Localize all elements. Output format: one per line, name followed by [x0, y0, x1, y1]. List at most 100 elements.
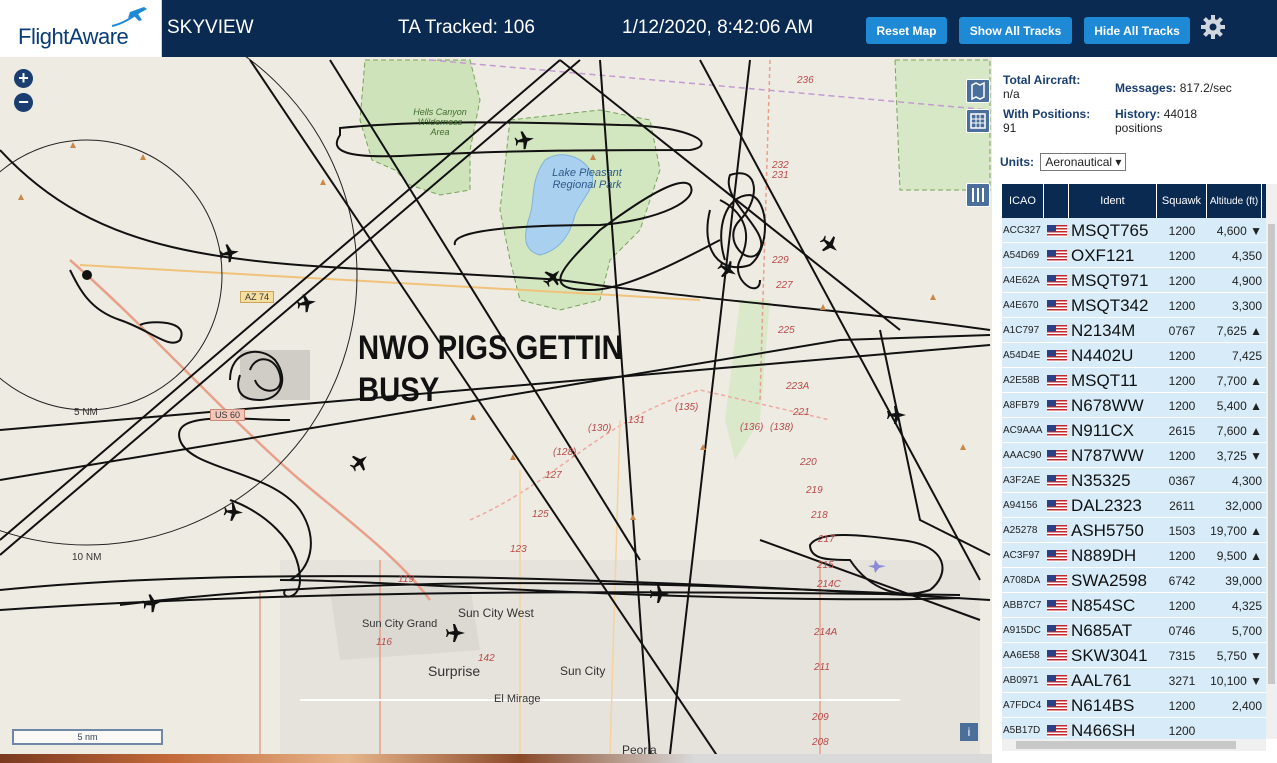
info-icon[interactable]: i [960, 723, 978, 741]
top-bar: FlightAware SKYVIEW TA Tracked: 106 1/12… [0, 0, 1277, 57]
table-row[interactable]: A5B17D N466SH 1200 [1002, 718, 1266, 739]
altitude-cell: 5,400 ▲ [1216, 399, 1262, 413]
road-label-208: 208 [812, 737, 829, 748]
col-flag[interactable] [1044, 184, 1069, 218]
table-row[interactable]: A2E58B MSQT11 1200 7,700 ▲ [1002, 368, 1266, 393]
road-label-217: 217 [818, 534, 835, 545]
altitude-cell: 39,000 [1225, 574, 1262, 588]
table-row[interactable]: A94156 DAL2323 2611 32,000 [1002, 493, 1266, 518]
col-icao[interactable]: ICAO [1002, 184, 1044, 218]
table-row[interactable]: ABB7C7 N854SC 1200 4,325 [1002, 593, 1266, 618]
squawk-cell: 2615 [1168, 424, 1196, 438]
table-row[interactable]: A3F2AE N35325 0367 4,300 [1002, 468, 1266, 493]
altitude-cell: 4,300 [1231, 474, 1262, 488]
table-row[interactable]: AAAC90 N787WW 1200 3,725 ▼ [1002, 443, 1266, 468]
horizontal-scroll-thumb[interactable] [1016, 741, 1236, 749]
col-altitude[interactable]: Altitude (ft) [1207, 184, 1262, 218]
table-row[interactable]: ACC327 MSQT765 1200 4,600 ▼ [1002, 218, 1266, 243]
road-label-225: 225 [778, 325, 795, 336]
show-all-tracks-button[interactable]: Show All Tracks [959, 17, 1072, 44]
overlay-caption-line1: NWO PIGS GETTIN [358, 329, 623, 367]
gear-icon[interactable] [1200, 14, 1226, 40]
road-label-127: 127 [545, 470, 562, 481]
ident-cell: N889DH [1071, 546, 1137, 565]
zoom-out-button[interactable]: − [14, 93, 33, 112]
zoom-in-button[interactable]: + [14, 69, 33, 88]
table-row[interactable]: AA6E58 SKW3041 7315 5,750 ▼ [1002, 643, 1266, 668]
columns-icon[interactable] [966, 183, 990, 207]
us-flag-icon [1047, 575, 1067, 587]
col-squawk[interactable]: Squawk [1157, 184, 1207, 218]
horizontal-scrollbar[interactable] [1002, 739, 1266, 751]
vertical-scrollbar[interactable] [1266, 184, 1277, 739]
icao-cell: A1C797 [1003, 325, 1040, 336]
hide-all-tracks-button[interactable]: Hide All Tracks [1084, 17, 1190, 44]
road-label-215: 215 [817, 560, 834, 571]
ident-cell: DAL2323 [1071, 496, 1142, 515]
table-row[interactable]: AC3F97 N889DH 1200 9,500 ▲ [1002, 543, 1266, 568]
total-aircraft-label: Total Aircraft: [1003, 73, 1081, 87]
squawk-cell: 1200 [1168, 599, 1196, 613]
place-label-peoria: Peoria [622, 743, 657, 754]
altitude-cell: 7,600 ▲ [1216, 424, 1262, 438]
table-row[interactable]: A915DC N685AT 0746 5,700 [1002, 618, 1266, 643]
squawk-cell: 1200 [1168, 224, 1196, 238]
vertical-scroll-thumb[interactable] [1268, 224, 1275, 684]
flightaware-logo[interactable]: FlightAware [0, 0, 162, 57]
altitude-cell: 4,900 [1231, 274, 1262, 288]
range-label-5nm: 5 NM [74, 407, 98, 418]
table-row[interactable]: A1C797 N2134M 0767 7,625 ▲ [1002, 318, 1266, 343]
units-select[interactable]: Aeronautical ▾ [1040, 153, 1127, 171]
us-flag-icon [1047, 650, 1067, 662]
ident-cell: N685AT [1071, 621, 1133, 640]
table-row[interactable]: A25278 ASH5750 1503 19,700 ▲ [1002, 518, 1266, 543]
icao-cell: A915DC [1003, 625, 1041, 636]
table-row[interactable]: AC9AAA N911CX 2615 7,600 ▲ [1002, 418, 1266, 443]
table-row[interactable]: A4E62A MSQT971 1200 4,900 [1002, 268, 1266, 293]
messages-label: Messages: [1115, 81, 1177, 95]
table-row[interactable]: A4E670 MSQT342 1200 3,300 [1002, 293, 1266, 318]
road-label-223a: 223A [786, 381, 810, 392]
table-row[interactable]: A54D69 OXF121 1200 4,350 [1002, 243, 1266, 268]
icao-cell: AC9AAA [1003, 425, 1043, 436]
table-row[interactable]: A8FB79 N678WW 1200 5,400 ▲ [1002, 393, 1266, 418]
ident-cell: N614BS [1071, 696, 1135, 715]
squawk-cell: 1503 [1168, 524, 1196, 538]
map-layers-icon[interactable] [966, 79, 990, 103]
timestamp: 1/12/2020, 8:42:06 AM [622, 17, 814, 38]
icao-cell: A2E58B [1003, 375, 1040, 386]
icao-cell: A54D69 [1003, 250, 1040, 261]
ta-tracked-count: TA Tracked: 106 [398, 17, 535, 38]
squawk-cell: 1200 [1168, 724, 1196, 738]
squawk-cell: 1200 [1168, 549, 1196, 563]
altitude-cell: 4,600 ▼ [1216, 224, 1262, 238]
road-label-209: 209 [812, 712, 829, 723]
map-canvas[interactable]: 5 NM 10 NM Hells Canyon Wilderness Area … [0, 57, 992, 754]
road-label-138: (138) [770, 422, 794, 433]
units-row: Units: Aeronautical ▾ [1000, 153, 1127, 171]
ident-cell: SWA2598 [1071, 571, 1147, 590]
road-label-214a: 214A [814, 627, 838, 638]
altitude-cell: 5,700 [1231, 624, 1262, 638]
scale-bar: 5 nm [12, 729, 163, 745]
table-row[interactable]: AB0971 AAL761 3271 10,100 ▼ [1002, 668, 1266, 693]
table-row[interactable]: A708DA SWA2598 6742 39,000 [1002, 568, 1266, 593]
road-label-128: (128) [553, 447, 577, 458]
ident-cell: N466SH [1071, 721, 1136, 739]
grid-icon[interactable] [966, 109, 990, 133]
us-flag-icon [1047, 475, 1067, 487]
col-ident[interactable]: Ident [1069, 184, 1157, 218]
road-label-us60: US 60 [210, 409, 246, 421]
ident-cell: N4402U [1071, 346, 1134, 365]
squawk-cell: 1200 [1168, 374, 1196, 388]
reset-map-button[interactable]: Reset Map [866, 17, 947, 44]
road-label-227: 227 [776, 280, 793, 291]
ident-cell: MSQT971 [1071, 271, 1149, 290]
icao-cell: A5B17D [1003, 725, 1041, 736]
table-row[interactable]: A54D4E N4402U 1200 7,425 [1002, 343, 1266, 368]
road-label-123: 123 [510, 544, 527, 555]
altitude-cell: 32,000 [1225, 499, 1262, 513]
table-row[interactable]: A7FDC4 N614BS 1200 2,400 [1002, 693, 1266, 718]
road-label-211: 211 [814, 662, 830, 673]
us-flag-icon [1047, 725, 1067, 737]
